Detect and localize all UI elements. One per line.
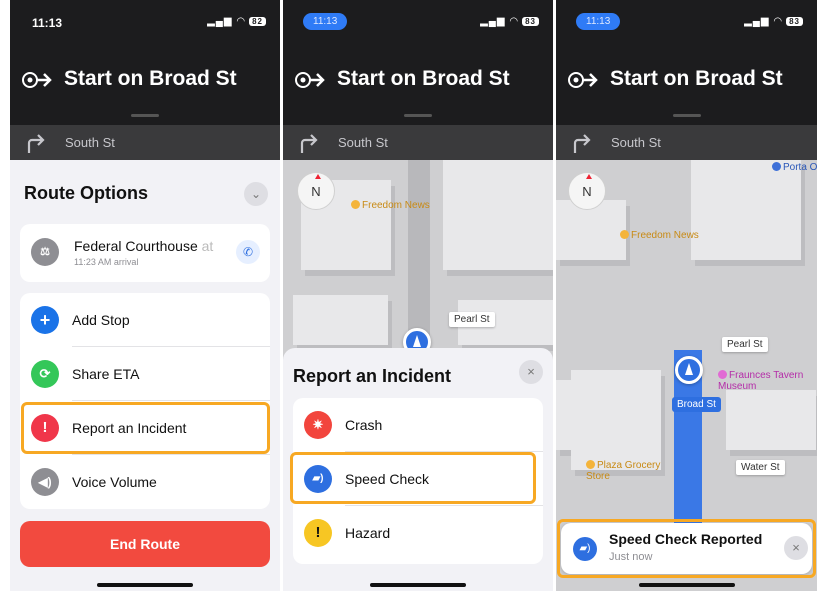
next-street: South St	[338, 135, 388, 150]
battery-icon: 82	[249, 17, 266, 26]
sheet-title: Route Options	[24, 183, 148, 203]
turn-right-icon	[573, 134, 591, 153]
status-time: 11:13	[303, 13, 348, 30]
speed-check-toast[interactable]: ▰) Speed Check Reported Just now ×	[561, 523, 812, 574]
report-incident-row[interactable]: ! Report an Incident	[20, 401, 270, 455]
nav-instruction-banner[interactable]: Start on Broad St	[10, 50, 280, 125]
speaker-icon: ◀)	[31, 468, 59, 496]
speed-camera-icon: ▰)	[304, 465, 332, 493]
poi-fraunces-tavern[interactable]: Fraunces Tavern Museum	[718, 370, 817, 392]
crash-row[interactable]: ✷ Crash	[293, 398, 543, 452]
poi-plaza-grocery[interactable]: Plaza Grocery Store	[586, 460, 666, 482]
street-label-pearl: Pearl St	[722, 337, 768, 352]
signal-wifi-battery: ▂▄▆ ◠ 82	[207, 16, 266, 27]
start-arrow-icon	[22, 72, 52, 88]
destination-name: Federal Courthouse at	[74, 238, 214, 254]
next-turn-bar: South St	[283, 125, 553, 160]
nav-instruction: Start on Broad St	[64, 67, 237, 90]
location-puck	[675, 356, 703, 384]
start-arrow-icon	[568, 72, 598, 88]
compass[interactable]: N	[568, 172, 606, 210]
turn-right-icon	[27, 134, 45, 153]
signal-wifi-battery: ▂▄▆ ◠ 83	[480, 16, 539, 27]
share-eta-label: Share ETA	[72, 366, 140, 382]
signal-wifi-battery: ▂▄▆ ◠ 83	[744, 16, 803, 27]
toast-subtitle: Just now	[609, 551, 653, 563]
nav-instruction-banner[interactable]: Start on Broad St	[556, 50, 817, 125]
next-street: South St	[65, 135, 115, 150]
battery-icon: 83	[522, 17, 539, 26]
status-bar: 11:13 ▂▄▆ ◠ 83	[283, 0, 553, 50]
hazard-label: Hazard	[345, 525, 391, 541]
end-route-button[interactable]: End Route	[20, 521, 270, 567]
destination-card[interactable]: ⚖ Federal Courthouse at 11:23 AM arrival…	[20, 224, 270, 282]
report-icon: !	[31, 414, 59, 442]
speed-check-label: Speed Check	[345, 471, 430, 487]
next-turn-bar: South St	[10, 125, 280, 160]
street-label-broad: Broad St	[672, 397, 721, 412]
screen-report-incident: 11:13 ▂▄▆ ◠ 83 Start on Broad St South St…	[283, 0, 553, 591]
status-time: 11:13	[32, 16, 63, 30]
street-label-pearl: Pearl St	[449, 312, 495, 327]
screen-speed-check-reported: 11:13 ▂▄▆ ◠ 83 Start on Broad St South St…	[556, 0, 817, 591]
poi-freedom-news[interactable]: Freedom News	[620, 230, 699, 241]
voice-volume-row[interactable]: ◀) Voice Volume	[20, 455, 270, 509]
speed-check-row[interactable]: ▰) Speed Check	[293, 452, 543, 506]
add-stop-label: Add Stop	[72, 312, 130, 328]
collapse-chevron-icon[interactable]: ⌄	[244, 182, 268, 206]
destination-row[interactable]: ⚖ Federal Courthouse at 11:23 AM arrival…	[20, 224, 270, 278]
compass[interactable]: N	[297, 172, 335, 210]
hazard-row[interactable]: ! Hazard	[293, 506, 543, 560]
incident-options-card: ✷ Crash ▰) Speed Check ! Hazard	[293, 398, 543, 564]
nav-instruction: Start on Broad St	[610, 67, 783, 90]
hazard-icon: !	[304, 519, 332, 547]
home-indicator	[638, 583, 735, 587]
crash-label: Crash	[345, 417, 383, 433]
toast-title: Speed Check Reported	[609, 531, 763, 547]
nav-instruction-banner[interactable]: Start on Broad St	[283, 50, 553, 125]
close-icon[interactable]: ×	[519, 360, 543, 384]
status-bar: 11:13 ▂▄▆ ◠ 83	[556, 0, 817, 50]
home-indicator	[97, 583, 193, 587]
street-label-water: Water St	[736, 460, 785, 475]
route-options-sheet: Route Options ⌄ ⚖ Federal Courthouse at …	[10, 163, 280, 591]
report-incident-sheet: Report an Incident × ✷ Crash ▰) Speed Ch…	[283, 348, 553, 591]
add-stop-row[interactable]: + Add Stop	[20, 293, 270, 347]
battery-icon: 83	[786, 17, 803, 26]
home-indicator	[370, 583, 466, 587]
poi-porta[interactable]: Porta Old N	[772, 162, 817, 173]
next-street: South St	[611, 135, 661, 150]
phone-icon[interactable]: ✆	[236, 240, 260, 264]
plus-icon: +	[31, 306, 59, 334]
status-time: 11:13	[576, 13, 621, 30]
start-arrow-icon	[295, 72, 325, 88]
share-eta-row[interactable]: ⟳ Share ETA	[20, 347, 270, 401]
grabber[interactable]	[404, 114, 432, 117]
route-actions-card: + Add Stop ⟳ Share ETA ! Report an Incid…	[20, 293, 270, 509]
nav-instruction: Start on Broad St	[337, 67, 510, 90]
status-bar: 11:13 ▂▄▆ ◠ 82	[10, 0, 280, 50]
turn-right-icon	[300, 134, 318, 153]
voice-volume-label: Voice Volume	[72, 474, 157, 490]
courthouse-icon: ⚖	[31, 238, 59, 266]
arrival-time: 11:23 AM arrival	[74, 257, 139, 267]
sheet-title: Report an Incident	[293, 366, 452, 386]
close-icon[interactable]: ×	[784, 536, 808, 560]
screen-route-options: 11:13 ▂▄▆ ◠ 82 Start on Broad St South St…	[10, 0, 280, 591]
speed-camera-icon: ▰)	[573, 537, 597, 561]
report-incident-label: Report an Incident	[72, 420, 187, 436]
grabber[interactable]	[672, 114, 701, 117]
next-turn-bar: South St	[556, 125, 817, 160]
poi-freedom-news[interactable]: Freedom News	[351, 200, 430, 211]
grabber[interactable]	[131, 114, 159, 117]
crash-icon: ✷	[304, 411, 332, 439]
share-eta-icon: ⟳	[31, 360, 59, 388]
